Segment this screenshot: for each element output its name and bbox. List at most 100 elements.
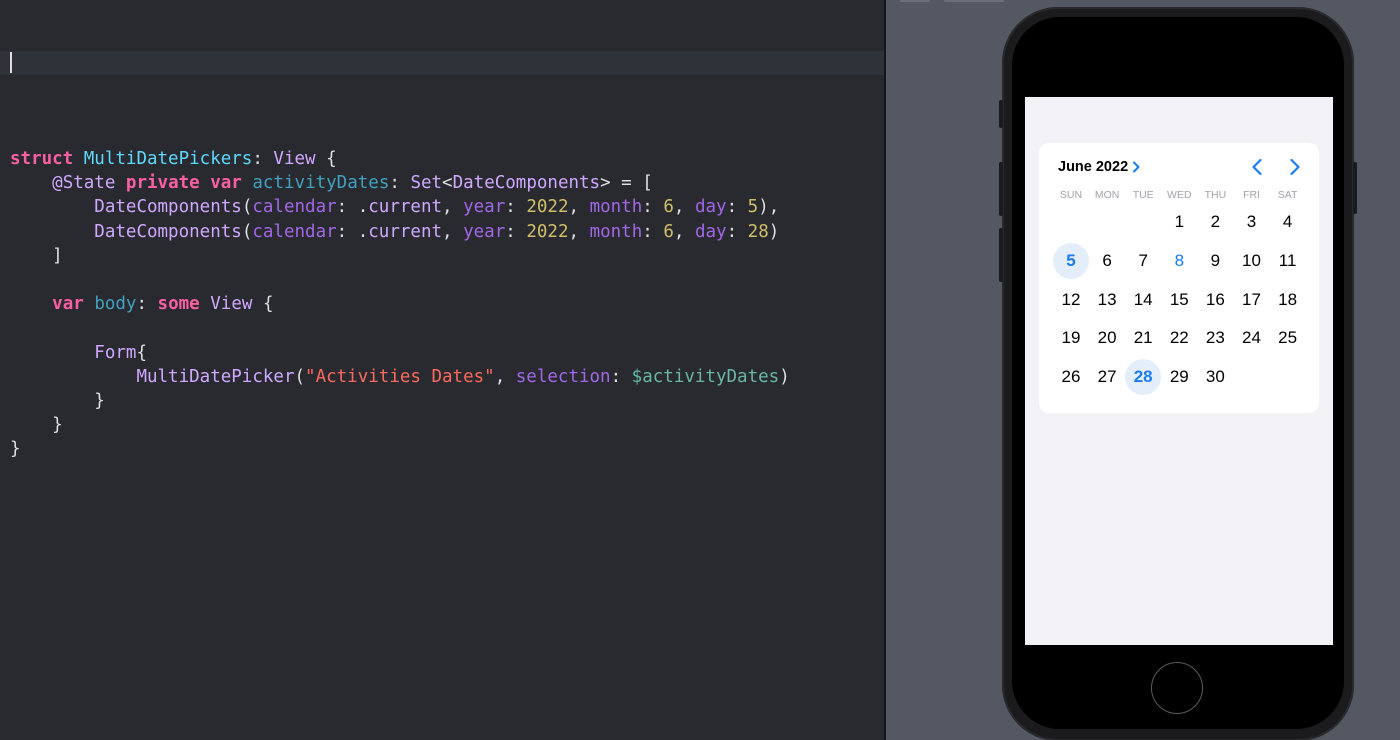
- code-token: :: [726, 197, 748, 218]
- code-token: (: [294, 366, 306, 387]
- device-screen: June 2022 SUN MON TUE WED THU FRI SAT 12345678…: [1025, 97, 1333, 645]
- code-token: day: [694, 197, 727, 218]
- code-token: 2022: [526, 197, 569, 218]
- calendar-day[interactable]: 4: [1270, 204, 1306, 240]
- calendar-day[interactable]: 23: [1197, 320, 1233, 356]
- code-token: DateComponents: [94, 221, 242, 242]
- power-button: [1353, 162, 1357, 214]
- code-line[interactable]: Form{: [10, 341, 790, 365]
- code-token: ,: [442, 197, 464, 218]
- calendar-day[interactable]: 25: [1270, 320, 1306, 356]
- calendar-day[interactable]: 9: [1197, 243, 1233, 279]
- code-line[interactable]: var body: some View {: [10, 292, 790, 316]
- code-token: ,: [568, 197, 590, 218]
- code-token: MultiDatePicker: [136, 366, 295, 387]
- weekday-label: WED: [1167, 189, 1192, 201]
- calendar-day[interactable]: 2: [1197, 204, 1233, 240]
- code-line[interactable]: DateComponents(calendar: .current, year:…: [10, 195, 790, 219]
- month-year-label[interactable]: June 2022: [1058, 159, 1128, 175]
- code-line[interactable]: }: [10, 413, 790, 437]
- calendar-day[interactable]: 15: [1161, 282, 1197, 318]
- weekday-label: FRI: [1243, 189, 1260, 201]
- code-editor[interactable]: struct MultiDatePickers: View { @State p…: [0, 0, 884, 740]
- calendar-day[interactable]: 6: [1089, 243, 1125, 279]
- text-cursor: [10, 52, 12, 73]
- code-token: current: [368, 197, 443, 218]
- code-token: }: [10, 390, 105, 411]
- code-token: ,: [568, 221, 590, 242]
- calendar-day[interactable]: 21: [1125, 320, 1161, 356]
- code-token: 6: [663, 221, 674, 242]
- calendar-day[interactable]: 29: [1161, 359, 1197, 395]
- chevron-right-icon[interactable]: [1130, 159, 1144, 175]
- calendar-day[interactable]: 22: [1161, 320, 1197, 356]
- code-token: ,: [673, 221, 695, 242]
- code-token: : .: [336, 197, 369, 218]
- code-token: ): [768, 221, 780, 242]
- calendar-day[interactable]: 1: [1161, 204, 1197, 240]
- calendar-day[interactable]: 18: [1270, 282, 1306, 318]
- calendar-day[interactable]: 13: [1089, 282, 1125, 318]
- code-token: ,: [442, 221, 464, 242]
- code-line[interactable]: DateComponents(calendar: .current, year:…: [10, 220, 790, 244]
- calendar-day[interactable]: 24: [1234, 320, 1270, 356]
- calendar-day[interactable]: 17: [1234, 282, 1270, 318]
- code-line[interactable]: ]: [10, 244, 790, 268]
- calendar-day[interactable]: 20: [1089, 320, 1125, 356]
- code-token: > = [: [600, 173, 653, 194]
- code-token: activityDates: [252, 173, 390, 194]
- code-token: {: [315, 149, 337, 169]
- code-token: MultiDatePickers: [83, 149, 253, 169]
- calendar-day[interactable]: 19: [1053, 320, 1089, 356]
- calendar-day[interactable]: 27: [1089, 359, 1125, 395]
- code-token: month: [589, 221, 643, 242]
- calendar-day[interactable]: 7: [1125, 243, 1161, 279]
- calendar-day[interactable]: 14: [1125, 282, 1161, 318]
- code-line[interactable]: }: [10, 389, 790, 413]
- code-token: (: [241, 197, 253, 218]
- code-token: year: [463, 221, 506, 242]
- code-line[interactable]: struct MultiDatePickers: View {: [10, 147, 790, 171]
- calendar-day[interactable]: 16: [1197, 282, 1233, 318]
- calendar-day[interactable]: 10: [1234, 243, 1270, 279]
- weekday-label: TUE: [1132, 189, 1154, 201]
- calendar-day[interactable]: 12: [1053, 282, 1089, 318]
- code-token: var: [210, 173, 242, 194]
- code-token: 6: [663, 197, 674, 218]
- calendar-day-selected[interactable]: 5: [1053, 242, 1089, 279]
- code-token: :: [505, 221, 527, 242]
- calendar-day[interactable]: 26: [1053, 359, 1089, 395]
- code-line[interactable]: }: [10, 437, 790, 461]
- mute-switch: [999, 100, 1003, 128]
- code-line[interactable]: [10, 316, 790, 340]
- code-token: (: [241, 221, 253, 242]
- code-token: month: [589, 197, 643, 218]
- code-line[interactable]: @State private var activityDates: Set<Da…: [10, 171, 790, 195]
- chevron-left-icon[interactable]: [1248, 157, 1268, 177]
- code-token: selection: [515, 366, 611, 387]
- code-token: calendar: [252, 197, 337, 218]
- code-token: : .: [336, 221, 369, 242]
- code-line[interactable]: MultiDatePicker("Activities Dates", sele…: [10, 365, 789, 389]
- calendar-day-selected[interactable]: 28: [1125, 359, 1162, 396]
- code-token: <: [442, 173, 453, 194]
- current-line-highlight: [0, 51, 884, 75]
- code-line[interactable]: [10, 268, 790, 292]
- calendar-day[interactable]: 30: [1197, 359, 1233, 395]
- code-token: :: [136, 294, 158, 315]
- calendar-day[interactable]: 3: [1234, 204, 1270, 240]
- code-token: Form: [94, 342, 137, 363]
- calendar-day[interactable]: 8: [1161, 243, 1197, 279]
- weekday-label: SUN: [1059, 189, 1083, 201]
- source-code[interactable]: struct MultiDatePickers: View { @State p…: [10, 147, 790, 461]
- code-token: {: [252, 294, 274, 315]
- code-token: "Activities Dates": [305, 366, 495, 387]
- calendar-day[interactable]: 11: [1270, 243, 1306, 279]
- code-token: :: [642, 221, 664, 242]
- chevron-right-icon[interactable]: [1284, 157, 1304, 177]
- code-token: ),: [758, 197, 780, 218]
